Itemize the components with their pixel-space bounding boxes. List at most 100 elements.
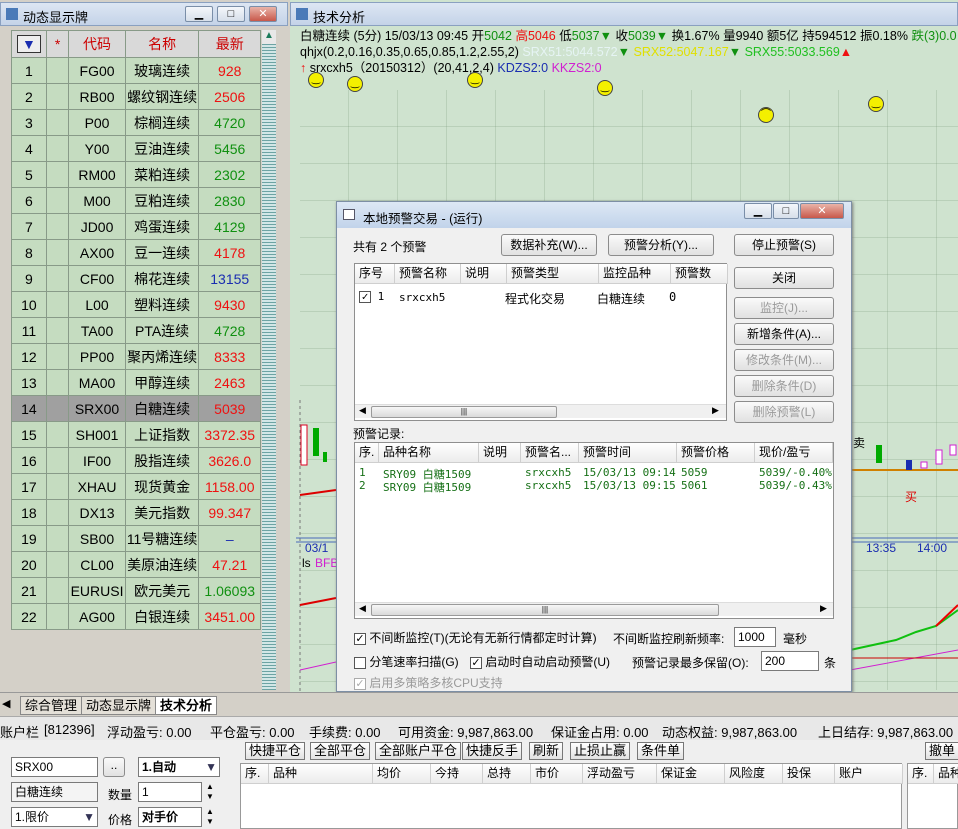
maximize-button[interactable]: □ [217, 6, 245, 22]
auto-start-option[interactable]: ✓ 启动时自动启动预警(U) [470, 653, 610, 670]
col-star[interactable]: * [45, 30, 70, 58]
trade-button[interactable]: 全部平仓 [310, 742, 371, 760]
continuous-checkbox[interactable]: ✓ [354, 632, 366, 645]
quote-row[interactable]: 15 SH001 上证指数 3372.35 [11, 421, 261, 448]
col-header[interactable]: 监控品种 [599, 264, 671, 284]
price-input[interactable]: 对手价 [138, 807, 202, 827]
quote-row[interactable]: 4 Y00 豆油连续 5456 [11, 135, 261, 162]
trade-button[interactable]: 全部账户平仓 [375, 742, 462, 760]
quote-scrollbar[interactable]: ▲ [262, 30, 276, 690]
close-button[interactable]: ✕ [800, 203, 844, 219]
col-header[interactable]: 预警价格 [677, 443, 755, 463]
col-header[interactable]: 预警数 [671, 264, 728, 284]
code-input[interactable]: SRX00 [11, 757, 98, 777]
col-last[interactable]: 最新 [198, 30, 261, 58]
col-header[interactable]: 品种 [934, 764, 958, 784]
col-header[interactable]: 预警时间 [579, 443, 677, 463]
delete-condition-button[interactable]: 删除条件(D) [734, 375, 834, 397]
col-header[interactable]: 账户 [835, 764, 903, 784]
trade-button[interactable]: 刷新 [529, 742, 564, 760]
col-header[interactable]: 市价 [531, 764, 583, 784]
price-stepper[interactable]: ▲ ▼ [206, 807, 214, 827]
col-header[interactable]: 说明 [479, 443, 521, 463]
col-header[interactable]: 说明 [461, 264, 507, 284]
scroll-left-icon[interactable]: ◀ [359, 603, 366, 614]
monitor-button[interactable]: 监控(J)... [734, 297, 834, 319]
col-header[interactable]: 现价/盈亏 [755, 443, 833, 463]
quote-row[interactable]: 10 L00 塑料连续 9430 [11, 291, 261, 318]
quote-row[interactable]: 18 DX13 美元指数 99.347 [11, 499, 261, 526]
col-header[interactable]: 品种 [269, 764, 373, 784]
tick-scan-option[interactable]: 分笔速率扫描(G) [354, 653, 459, 670]
quote-row[interactable]: 8 AX00 豆一连续 4178 [11, 239, 261, 266]
quote-row[interactable]: 2 RB00 螺纹钢连续 2506 [11, 83, 261, 110]
col-code[interactable]: 代码 [68, 30, 126, 58]
scroll-right-icon[interactable]: ▶ [712, 405, 719, 416]
quote-row[interactable]: 6 M00 豆粕连续 2830 [11, 187, 261, 214]
trade-button[interactable]: 条件单 [637, 742, 685, 760]
quote-row[interactable]: 17 XHAU 现货黄金 1158.00 [11, 473, 261, 500]
quote-row[interactable]: 12 PP00 聚丙烯连续 8333 [11, 343, 261, 370]
qty-input[interactable]: 1 [138, 782, 202, 802]
quote-row[interactable]: 5 RM00 菜粕连续 2302 [11, 161, 261, 188]
chevron-down-icon[interactable]: ▼ [83, 808, 95, 826]
edit-condition-button[interactable]: 修改条件(M)... [734, 349, 834, 371]
minimize-button[interactable]: ▁ [185, 6, 213, 22]
scroll-up-icon[interactable]: ▲ [262, 30, 276, 44]
continuous-monitor-option[interactable]: ✓ 不间断监控(T)(无论有无新行情都定时计算) [354, 629, 597, 646]
trade-button[interactable]: 止损止赢 [570, 742, 631, 760]
col-header[interactable]: 今持 [431, 764, 483, 784]
stop-alert-button[interactable]: 停止预警(S) [734, 234, 834, 256]
col-header[interactable]: 预警名称 [395, 264, 461, 284]
maximize-button[interactable]: □ [773, 203, 799, 219]
tab-general[interactable]: 综合管理 [20, 696, 83, 715]
tab-tech-analysis[interactable]: 技术分析 [155, 696, 218, 715]
keep-input[interactable]: 200 [761, 651, 819, 671]
col-header[interactable]: 序. [241, 764, 269, 784]
col-header[interactable]: 品种名称 [379, 443, 479, 463]
col-header[interactable]: 序. [355, 443, 379, 463]
data-supplement-button[interactable]: 数据补充(W)... [501, 234, 597, 256]
chevron-down-icon[interactable]: ▼ [205, 758, 217, 776]
quote-row[interactable]: 14 SRX00 白糖连续 5039 [11, 395, 261, 422]
tab-quote-board[interactable]: 动态显示牌 [81, 696, 157, 715]
scroll-right-icon[interactable]: ▶ [820, 603, 827, 614]
multicore-checkbox[interactable]: ✓ [354, 677, 366, 690]
col-header[interactable]: 均价 [373, 764, 431, 784]
col-header[interactable]: 投保 [783, 764, 835, 784]
trade-button[interactable]: 快捷反手 [462, 742, 523, 760]
quote-row[interactable]: 3 P00 棕榈连续 4720 [11, 109, 261, 136]
record-hscroll[interactable]: ◀ ||| ▶ [355, 602, 833, 616]
col-header[interactable]: 风险度 [725, 764, 783, 784]
sort-icon[interactable]: ▼ [11, 30, 47, 58]
quote-row[interactable]: 19 SB00 11号糖连续 – [11, 525, 261, 552]
alert-row[interactable]: ✓ 1 [359, 290, 384, 303]
delete-alert-button[interactable]: 删除预警(L) [734, 401, 834, 423]
price-type-select[interactable]: 1.限价 ▼ [11, 807, 98, 827]
col-header[interactable]: 浮动盈亏 [583, 764, 657, 784]
quote-row[interactable]: 22 AG00 白银连续 3451.00 [11, 603, 261, 630]
col-header[interactable]: 总持 [483, 764, 531, 784]
col-header[interactable]: 序号 [355, 264, 395, 284]
code-browse-button[interactable]: .. [103, 757, 125, 777]
quote-row[interactable]: 16 IF00 股指连续 3626.0 [11, 447, 261, 474]
auto-start-checkbox[interactable]: ✓ [470, 656, 482, 669]
add-condition-button[interactable]: 新增条件(A)... [734, 323, 834, 345]
tick-scan-checkbox[interactable] [354, 656, 366, 669]
close-button[interactable]: ✕ [249, 6, 277, 22]
quote-row[interactable]: 11 TA00 PTA连续 4728 [11, 317, 261, 344]
alert-analysis-button[interactable]: 预警分析(Y)... [608, 234, 714, 256]
qty-stepper[interactable]: ▲ ▼ [206, 782, 214, 802]
quote-row[interactable]: 7 JD00 鸡蛋连续 4129 [11, 213, 261, 240]
order-mode-select[interactable]: 1.自动 ▼ [138, 757, 220, 777]
col-header[interactable]: 预警类型 [507, 264, 599, 284]
close-dialog-button[interactable]: 关闭 [734, 267, 834, 289]
quote-row[interactable]: 21 EURUSI 欧元美元 1.06093 [11, 577, 261, 604]
quote-row[interactable]: 9 CF00 棉花连续 13155 [11, 265, 261, 292]
quote-row[interactable]: 13 MA00 甲醇连续 2463 [11, 369, 261, 396]
alert-hscroll[interactable]: ◀ ||| ▶ [355, 404, 726, 418]
multicore-option[interactable]: ✓ 启用多策略多核CPU支持 [354, 674, 503, 691]
freq-input[interactable]: 1000 [734, 627, 776, 647]
tab-scroll-left-icon[interactable]: ◀ [2, 697, 10, 710]
minimize-button[interactable]: ▁ [744, 203, 772, 219]
